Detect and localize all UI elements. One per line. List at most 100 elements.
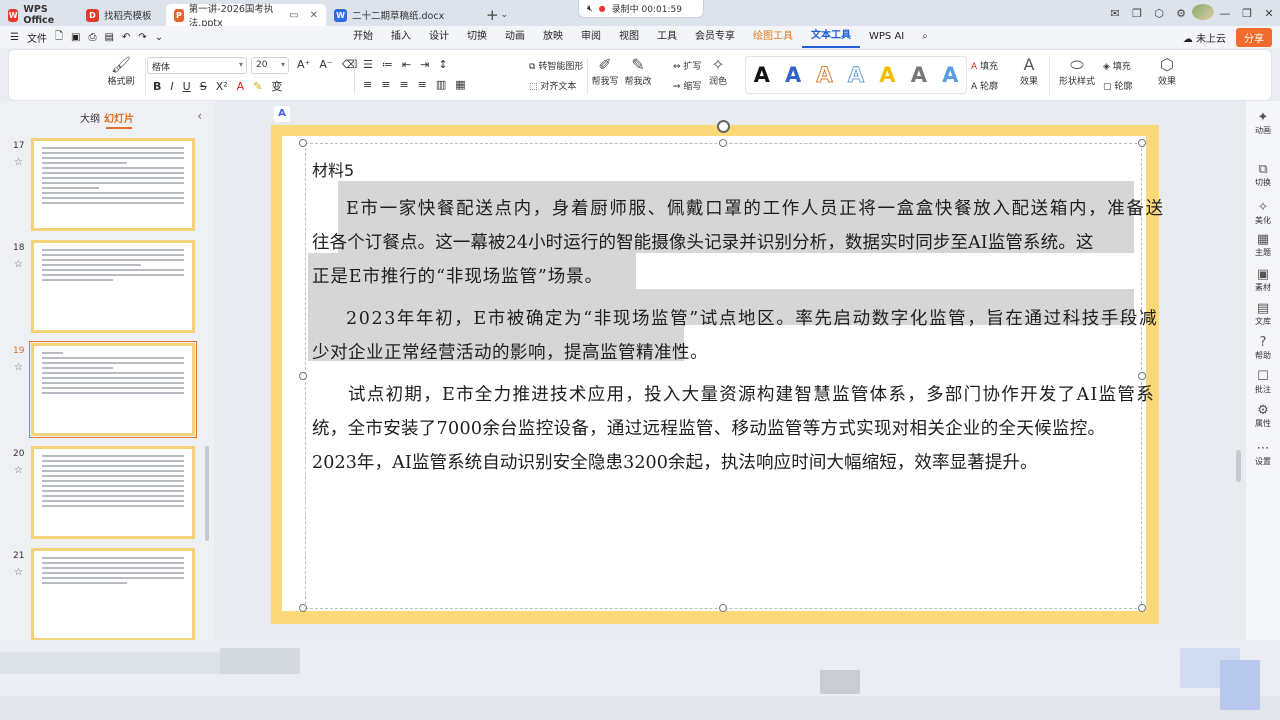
justify-icon[interactable]: ≡ <box>418 78 427 91</box>
highlight-icon[interactable]: ✎ <box>253 80 262 93</box>
print-icon[interactable]: ⎙ <box>88 32 96 43</box>
align-text-button[interactable]: ⬚ 对齐文本 <box>529 79 576 92</box>
line-spacing-icon[interactable]: ↕ <box>438 58 447 71</box>
strikethrough-icon[interactable]: S <box>200 80 207 93</box>
resize-handle-n[interactable] <box>719 139 727 147</box>
avatar[interactable] <box>1192 3 1214 23</box>
menu-drawing-tools[interactable]: 绘图工具 <box>744 26 802 48</box>
new-doc-icon[interactable]: 🗋 <box>55 29 63 46</box>
cloud-status[interactable]: ☁ 未上云 <box>1183 30 1226 45</box>
slide-thumbnail-17[interactable] <box>31 138 195 231</box>
indent-decrease-icon[interactable]: ⇤ <box>402 58 411 71</box>
font-shrink-icon[interactable]: A⁻ <box>319 58 332 71</box>
columns-icon[interactable]: ▦ <box>455 78 465 91</box>
tab-docer-templates[interactable]: D 找稻壳模板 <box>78 4 166 26</box>
resize-handle-nw[interactable] <box>299 139 307 147</box>
menu-insert[interactable]: 插入 <box>382 26 420 48</box>
search-icon[interactable]: ⌕ <box>913 26 937 48</box>
paragraph-line[interactable]: 正是E市推行的“非现场监管”场景。 <box>312 267 603 287</box>
save-icon[interactable]: ▣ <box>71 32 80 43</box>
wordart-style-black[interactable]: A <box>754 63 770 87</box>
resize-handle-sw[interactable] <box>299 604 307 612</box>
rail-beautify[interactable]: ✧ 美化 <box>1246 201 1280 226</box>
resize-handle-w[interactable] <box>299 372 307 380</box>
star-icon[interactable]: ☆ <box>14 362 23 373</box>
wordart-style-gold[interactable]: A <box>879 63 895 87</box>
rail-properties[interactable]: ⚙ 属性 <box>1246 404 1280 429</box>
tab-outline[interactable]: 大纲 <box>80 110 100 125</box>
rail-animation[interactable]: ✦ 动画 <box>1246 111 1280 136</box>
redo-icon[interactable]: ↷ <box>138 32 146 43</box>
wordart-style-lightblue[interactable]: A <box>942 63 958 87</box>
settings-icon[interactable]: ⚙ <box>1170 7 1192 20</box>
menu-review[interactable]: 审阅 <box>572 26 610 48</box>
cube-icon[interactable]: ⬡ <box>1148 7 1170 20</box>
menu-text-tools[interactable]: 文本工具 <box>802 26 860 48</box>
align-right-icon[interactable]: ≡ <box>399 78 408 91</box>
wordart-styles-gallery[interactable]: A A A A A A A <box>745 56 967 94</box>
collapse-panel-icon[interactable]: ‹ <box>197 109 202 123</box>
paragraph-line[interactable]: 往各个订餐点。这一幕被24小时运行的智能摄像头记录并识别分析，数据实时同步至AI… <box>312 233 1093 253</box>
superscript-icon[interactable]: X² <box>216 80 228 93</box>
recording-indicator[interactable]: 🔇︎ ● 录制中 00:01:59 <box>578 0 704 18</box>
shape-style-button[interactable]: ⬭ 形状样式 <box>1055 56 1099 88</box>
align-left-icon[interactable]: ≡ <box>363 78 372 91</box>
menu-member[interactable]: 会员专享 <box>686 26 744 48</box>
tab-docx-document[interactable]: W 二十二期草稿纸.docx <box>326 4 482 26</box>
rail-theme[interactable]: ▦ 主题 <box>1246 233 1280 258</box>
expand-button[interactable]: ⇔ 扩写 <box>673 59 701 72</box>
slide-thumbnail-19[interactable] <box>29 341 197 438</box>
paragraph-line[interactable]: 少对企业正常经营活动的影响，提高监管精准性。 <box>312 343 708 363</box>
more-icon[interactable]: ⌄ <box>155 32 163 43</box>
numbered-list-icon[interactable]: ≔ <box>382 58 393 71</box>
wordart-style-orange-outline[interactable]: A <box>816 63 833 88</box>
font-grow-icon[interactable]: A⁺ <box>297 58 310 71</box>
share-button[interactable]: 分享 <box>1236 27 1272 47</box>
resize-handle-s[interactable] <box>719 604 727 612</box>
canvas-scrollbar[interactable] <box>1236 450 1241 482</box>
star-icon[interactable]: ☆ <box>14 259 23 270</box>
paragraph-line[interactable]: 统，全市安装了7000余台监控设备，通过远程监管、移动监管等方式实现对相关企业的… <box>312 419 1105 439</box>
close-icon[interactable]: ✕ <box>310 10 318 21</box>
menu-animation[interactable]: 动画 <box>496 26 534 48</box>
new-tab-button[interactable]: + ⌄ <box>482 4 512 26</box>
rail-comment[interactable]: ☐ 批注 <box>1246 370 1280 395</box>
polish-button[interactable]: ✧ 润色 <box>705 56 731 88</box>
tab-pptx-document[interactable]: P 第一讲-2026国考执法.pptx ▭ ✕ <box>166 4 326 29</box>
mail-icon[interactable]: ✉ <box>1104 7 1126 20</box>
ai-revise-button[interactable]: ✎ 帮我改 <box>623 56 653 88</box>
panel-scrollbar[interactable] <box>205 446 209 541</box>
star-icon[interactable]: ☆ <box>14 567 23 578</box>
font-color-icon[interactable]: A <box>237 80 245 93</box>
material-heading[interactable]: 材料5 <box>312 157 354 181</box>
bold-icon[interactable]: B <box>153 80 161 93</box>
ai-assistant-icon[interactable]: A <box>274 106 290 122</box>
star-icon[interactable]: ☆ <box>14 465 23 476</box>
char-spacing-icon[interactable]: 变 <box>271 78 282 94</box>
file-menu[interactable]: 文件 <box>27 30 47 45</box>
menu-design[interactable]: 设计 <box>420 26 458 48</box>
paragraph-line[interactable]: 2023年，AI监管系统自动识别安全隐患3200余起，执法响应时间大幅缩短，效率… <box>312 453 1038 473</box>
rotate-handle[interactable] <box>717 120 730 133</box>
format-painter-button[interactable]: 🖌︎ 格式刷 <box>103 56 139 88</box>
rail-materials[interactable]: ▣ 素材 <box>1246 268 1280 293</box>
hamburger-icon[interactable]: ☰ <box>10 32 19 43</box>
align-center-icon[interactable]: ≡ <box>381 78 390 91</box>
underline-icon[interactable]: U <box>183 80 191 93</box>
font-name-select[interactable]: 楷体 ▾ <box>147 57 247 74</box>
rail-help[interactable]: ? 帮助 <box>1246 336 1280 361</box>
bullet-list-icon[interactable]: ☰ <box>363 58 373 71</box>
undo-icon[interactable]: ↶ <box>122 32 130 43</box>
resize-handle-se[interactable] <box>1138 604 1146 612</box>
tab-wps-office[interactable]: W WPS Office <box>0 4 78 26</box>
menu-start[interactable]: 开始 <box>344 26 382 48</box>
rail-library[interactable]: ▤ 文库 <box>1246 302 1280 327</box>
paragraph-line[interactable]: 试点初期，E市全力推进技术应用，投入大量资源构建智慧监管体系，多部门协作开发了A… <box>348 385 1155 405</box>
monitor-icon[interactable]: ▭ <box>289 10 298 21</box>
close-window-icon[interactable]: ✕ <box>1258 7 1280 20</box>
menu-slideshow[interactable]: 放映 <box>534 26 572 48</box>
ai-write-button[interactable]: ✐ 帮我写 <box>591 56 619 88</box>
slide-thumbnail-20[interactable] <box>31 446 195 539</box>
print-preview-icon[interactable]: ▤ <box>104 32 113 43</box>
indent-increase-icon[interactable]: ⇥ <box>420 58 429 71</box>
